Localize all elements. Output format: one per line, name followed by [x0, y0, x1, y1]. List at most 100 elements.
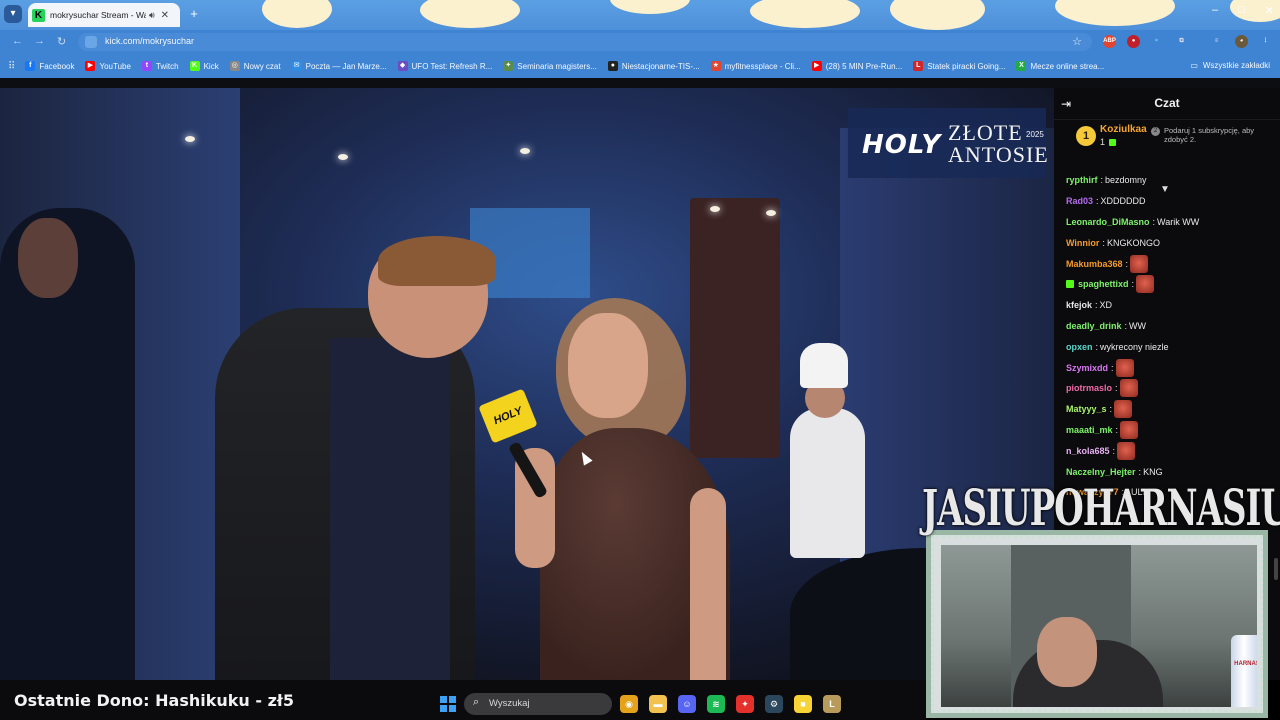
chat-username[interactable]: deadly_drink — [1066, 319, 1122, 333]
new-tab-button[interactable]: + — [186, 6, 202, 22]
back-icon[interactable]: ← — [12, 35, 23, 47]
bookmark-favicon-icon: ▶ — [85, 61, 96, 71]
bookmark-item[interactable]: K Kick — [189, 61, 219, 71]
sticky-notes-icon[interactable]: ■ — [794, 695, 812, 713]
steam-icon[interactable]: ⚙ — [765, 695, 783, 713]
extension-cyan-icon[interactable]: ≈ — [1150, 35, 1163, 48]
spotify-icon[interactable]: ≋ — [707, 695, 725, 713]
bookmark-item[interactable]: ◎ Nowy czat — [229, 61, 281, 71]
chat-text: wykrecony niezle — [1100, 341, 1169, 352]
address-bar[interactable]: kick.com/mokrysuchar ☆ — [78, 33, 1092, 51]
bookmark-item[interactable]: t Twitch — [141, 61, 179, 71]
chat-emote-icon[interactable] — [1117, 441, 1136, 460]
chat-emote-icon[interactable] — [1114, 400, 1133, 419]
windows-start-icon[interactable] — [440, 696, 456, 712]
chat-username[interactable]: spaghettixd — [1078, 277, 1129, 291]
profile-avatar[interactable]: ◕ — [1235, 35, 1248, 48]
app-red-icon[interactable]: ✦ — [736, 695, 754, 713]
adblock-extension-icon[interactable]: ABP — [1103, 35, 1116, 48]
bookmark-item[interactable]: L Statek piracki Going... — [913, 61, 1005, 71]
chat-message: Naczelny_Hejter: KNG — [1066, 461, 1278, 482]
reading-list-icon[interactable]: ≡ — [1210, 35, 1223, 48]
bookmark-label: YouTube — [99, 61, 131, 71]
leader-username[interactable]: Koziulkaa — [1100, 124, 1147, 135]
gift-prompt[interactable]: Podaruj 1 subskrypcję, aby zdobyć 2. — [1164, 126, 1276, 144]
extensions-puzzle-icon[interactable]: ⧉ — [1175, 35, 1188, 48]
gift-leaderboard: 1 Koziulkaa 1 2 Podaruj 1 subskrypcję, a… — [1054, 120, 1280, 195]
more-menu-icon[interactable]: ⋮ — [1259, 35, 1272, 48]
chat-emote-icon[interactable] — [1119, 379, 1138, 398]
url-text[interactable]: kick.com/mokrysuchar — [105, 36, 194, 46]
chat-emote-icon[interactable] — [1130, 254, 1149, 273]
chat-header: ⇥ Czat — [1054, 88, 1280, 120]
chat-message: Rad03: XDDDDDD — [1066, 191, 1278, 212]
chat-separator: : — [1152, 216, 1156, 227]
maximize-icon[interactable]: □ — [1238, 4, 1245, 17]
bookmark-item[interactable]: ● Niestacjonarne-TIS-... — [607, 61, 700, 71]
bookmark-item[interactable]: ▶ (28) 5 MIN Pre-Run... — [811, 61, 902, 71]
bookmark-label: Niestacjonarne-TIS-... — [621, 61, 700, 71]
bookmark-item[interactable]: ✉ Poczta — Jan Marze... — [291, 61, 387, 71]
bookmark-item[interactable]: f Facebook — [25, 61, 74, 71]
close-icon[interactable]: ✕ — [161, 10, 169, 21]
chat-username[interactable]: kfejok — [1066, 298, 1092, 312]
chat-username[interactable]: Naczelny_Hejter — [1066, 465, 1136, 479]
chat-scrollbar[interactable] — [1274, 558, 1278, 580]
site-info-icon[interactable] — [85, 36, 97, 48]
bookmark-label: Seminaria magisters... — [517, 61, 597, 71]
chat-message: deadly_drink: WW — [1066, 316, 1278, 337]
background-person — [18, 218, 78, 298]
chat-username[interactable]: opxen — [1066, 340, 1093, 354]
all-bookmarks-button[interactable]: ▭ Wszystkie zakładki — [1190, 61, 1270, 70]
active-tab[interactable]: K mokrysuchar Stream - Wat 🔊︎ ✕ — [28, 3, 180, 27]
chat-username[interactable]: Winnior — [1066, 236, 1099, 250]
forward-icon[interactable]: → — [34, 35, 45, 47]
chat-separator: : — [1109, 404, 1113, 415]
stream-video-player[interactable]: HOLY HOLY ZŁOTE ANTOSIE 2025 — [0, 88, 1054, 680]
chrome-icon[interactable]: ◉ — [620, 695, 638, 713]
bookmark-item[interactable]: ▶ YouTube — [85, 61, 131, 71]
league-icon[interactable]: L — [823, 695, 841, 713]
chat-emote-icon[interactable] — [1136, 275, 1155, 294]
tab-title: mokrysuchar Stream - Wat — [50, 10, 146, 20]
all-bookmarks-label: Wszystkie zakładki — [1202, 61, 1270, 70]
interviewer-figure — [568, 313, 648, 418]
chat-username[interactable]: Leonardo_DiMasno — [1066, 215, 1150, 229]
chat-username[interactable]: Rad03 — [1066, 194, 1093, 208]
discord-icon[interactable]: ☺ — [678, 695, 696, 713]
minimize-icon[interactable]: – — [1212, 4, 1218, 17]
chat-username[interactable]: Makumba368 — [1066, 257, 1123, 271]
bookmark-favicon-icon: ● — [607, 61, 618, 71]
bookmark-star-icon[interactable]: ☆ — [1072, 35, 1082, 48]
chat-username[interactable]: rypthirf — [1066, 173, 1098, 187]
speaker-icon[interactable]: 🔊︎ — [149, 10, 155, 21]
chat-username[interactable]: Matyyy_s — [1066, 402, 1107, 416]
bookmark-favicon-icon: L — [913, 61, 924, 71]
extension-red-icon[interactable]: ● — [1127, 35, 1140, 48]
bookmark-item[interactable]: ★ myfitnessplace - Cli... — [710, 61, 801, 71]
chat-emote-icon[interactable] — [1115, 358, 1134, 377]
chat-username[interactable]: maaati_mk — [1066, 423, 1113, 437]
chat-username[interactable]: Szymixdd — [1066, 361, 1108, 375]
bookmark-label: Nowy czat — [243, 61, 281, 71]
reload-icon[interactable]: ↻ — [57, 35, 66, 48]
close-window-icon[interactable]: ✕ — [1265, 4, 1274, 17]
tab-search-button[interactable]: ▾ — [4, 5, 22, 23]
taskbar-search[interactable]: ⌕ Wyszukaj — [464, 693, 612, 715]
chat-emote-icon[interactable] — [1120, 420, 1139, 439]
chat-username[interactable]: n_kola685 — [1066, 444, 1110, 458]
logo-line-2: ANTOSIE — [948, 142, 1049, 167]
bookmark-label: Statek piracki Going... — [927, 61, 1006, 71]
folder-icon[interactable]: ▬ — [649, 695, 667, 713]
bookmark-item[interactable]: X Mecze online strea... — [1016, 61, 1104, 71]
chat-username[interactable]: piotrmaslo — [1066, 381, 1112, 395]
bookmark-item[interactable]: ◆ UFO Test: Refresh R... — [397, 61, 492, 71]
chat-separator: : — [1125, 258, 1129, 269]
chat-message: kfejok: XD — [1066, 295, 1278, 316]
bookmark-item[interactable]: ✦ Seminaria magisters... — [503, 61, 597, 71]
chef-figure — [790, 408, 865, 558]
chat-message: n_kola685: — [1066, 440, 1278, 461]
bookmark-favicon-icon: ◎ — [229, 61, 240, 71]
bookmark-label: Mecze online strea... — [1030, 61, 1105, 71]
apps-grid-icon[interactable]: ⠿ — [8, 61, 15, 72]
